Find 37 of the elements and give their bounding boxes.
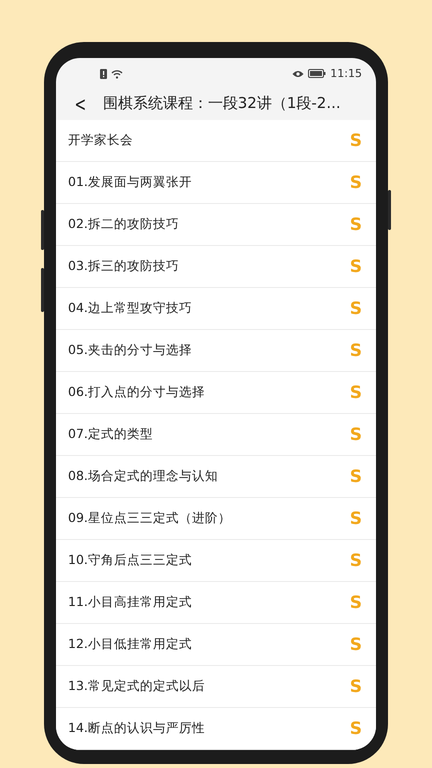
lesson-title[interactable]: 12.小目低挂常用定式 — [68, 636, 192, 653]
paid-mark-label: S — [350, 466, 362, 486]
paid-mark-label: S — [350, 130, 362, 150]
lesson-title[interactable]: 08.场合定式的理念与认知 — [68, 468, 218, 485]
wifi-icon — [111, 68, 123, 79]
eye-icon — [292, 70, 304, 78]
lesson-title[interactable]: 11.小目高挂常用定式 — [68, 594, 192, 611]
lesson-title[interactable]: 01.发展面与两翼张开 — [68, 174, 192, 191]
lesson-title[interactable]: 10.守角后点三三定式 — [68, 552, 192, 569]
status-time: 11:15 — [330, 67, 362, 80]
lesson-title[interactable]: 02.拆二的攻防技巧 — [68, 216, 179, 233]
lesson-title[interactable]: 07.定式的类型 — [68, 426, 153, 443]
lesson-title[interactable]: 05.夹击的分寸与选择 — [68, 342, 192, 359]
lesson-title[interactable]: 14.断点的认识与严厉性 — [68, 720, 205, 737]
paid-mark-label: S — [350, 676, 362, 696]
lesson-title[interactable]: 09.星位点三三定式（进阶） — [68, 510, 231, 527]
paid-mark-label: S — [350, 298, 362, 318]
paid-mark-label: S — [350, 382, 362, 402]
lesson-title[interactable]: 开学家长会 — [68, 132, 133, 149]
paid-mark-label: S — [350, 214, 362, 234]
paid-mark-label: S — [350, 256, 362, 276]
back-button[interactable]: < — [73, 92, 88, 116]
paid-mark-label: S — [350, 634, 362, 654]
sim-alert-icon — [100, 68, 107, 79]
paid-mark-label: S — [350, 550, 362, 570]
page-title: 围棋系统课程：一段32讲（1段-2... — [102, 94, 341, 114]
paid-mark-label: S — [350, 718, 362, 738]
paid-mark-label: S — [350, 592, 362, 612]
lesson-title[interactable]: 06.打入点的分寸与选择 — [68, 384, 205, 401]
battery-icon — [308, 69, 326, 78]
lesson-title[interactable]: 13.常见定式的定式以后 — [68, 678, 205, 695]
lesson-title[interactable]: 03.拆三的攻防技巧 — [68, 258, 179, 275]
paid-mark-label: S — [350, 508, 362, 528]
paid-mark-label: S — [350, 424, 362, 444]
lesson-title[interactable]: 04.边上常型攻守技巧 — [68, 300, 192, 317]
paid-mark-label: S — [350, 172, 362, 192]
paid-mark-label: S — [350, 340, 362, 360]
